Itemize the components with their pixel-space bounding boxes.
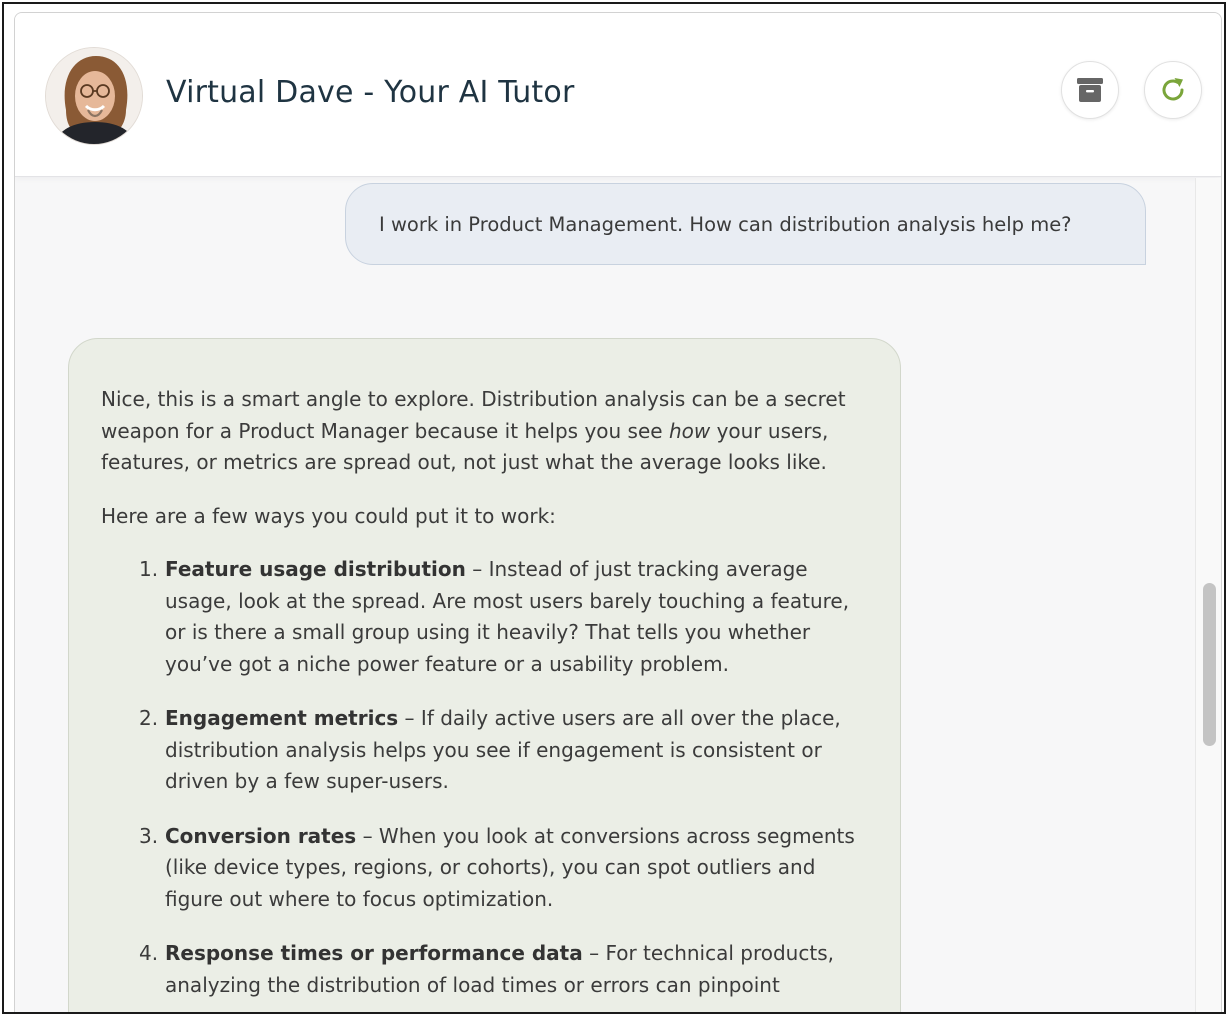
user-message-text: I work in Product Management. How can di… (379, 212, 1072, 236)
tutor-panel: Virtual Dave - Your AI Tutor I work in P… (14, 12, 1222, 1012)
tutor-intro: Nice, this is a smart angle to explore. … (101, 384, 868, 479)
list-item-title: Response times or performance data (165, 941, 583, 965)
list-number: 3. (139, 823, 159, 848)
list-item-title: Conversion rates (165, 823, 357, 848)
refresh-icon (1162, 78, 1184, 101)
list-number: 2. (139, 706, 159, 730)
app-window: Virtual Dave - Your AI Tutor I work in P… (2, 2, 1226, 1014)
intro-emphasis: how (668, 418, 711, 443)
archive-icon (1077, 78, 1103, 102)
chat-messages: I work in Product Management. How can di… (15, 178, 1195, 1012)
list-number: 1. (139, 557, 159, 581)
refresh-button[interactable] (1144, 61, 1202, 119)
tutor-list: 1. Feature usage distribution – Instead o… (101, 554, 868, 1001)
list-item: 4. Response times or performance data – F… (101, 938, 868, 1001)
tutor-lead: Here are a few ways you could put it to … (101, 503, 556, 528)
tutor-avatar (45, 47, 143, 145)
user-message: I work in Product Management. How can di… (345, 183, 1146, 265)
list-item: 1. Feature usage distribution – Instead o… (101, 554, 868, 680)
list-item-title: Feature usage distribution (165, 557, 466, 581)
list-item: 3. Conversion rates – When you look at co… (101, 821, 868, 916)
scrollbar-thumb[interactable] (1203, 583, 1216, 746)
tutor-message: Nice, this is a smart angle to explore. … (68, 338, 901, 1012)
list-number: 4. (139, 941, 159, 965)
archive-button[interactable] (1061, 61, 1119, 119)
list-item: 2. Engagement metrics – If daily active u… (101, 703, 868, 798)
chat-header: Virtual Dave - Your AI Tutor (15, 13, 1221, 177)
page-title: Virtual Dave - Your AI Tutor (166, 75, 575, 110)
tutor-avatar-icon (46, 48, 142, 144)
list-item-title: Engagement metrics (165, 706, 399, 730)
chat-scrollbar[interactable] (1195, 178, 1221, 1012)
